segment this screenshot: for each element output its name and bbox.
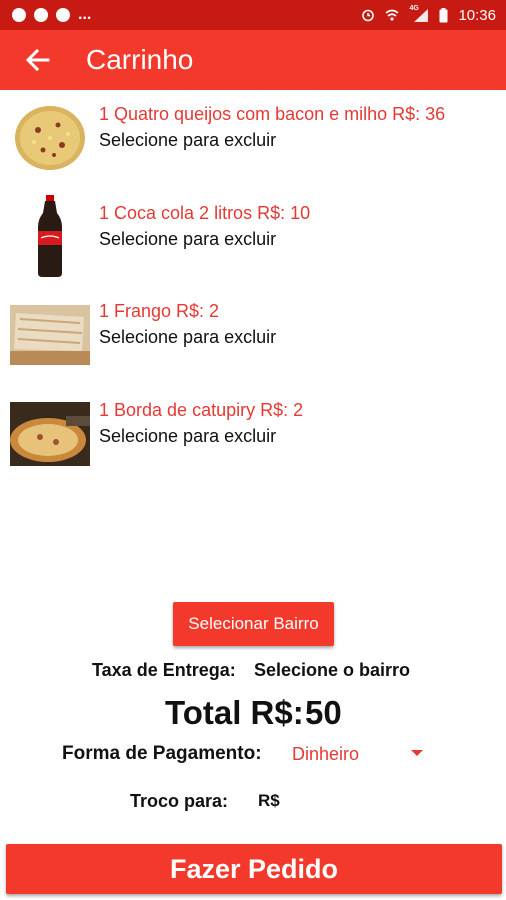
system-icons: 4G 10:36 [361,5,496,24]
change-label: Troco para: [130,791,229,811]
stuffed-crust-image [10,402,90,466]
status-bar: ... 4G 10:36 [0,0,506,30]
app-bar: Carrinho [0,30,506,90]
clock: 10:36 [458,6,496,24]
total-value: 50 [305,694,342,731]
battery-icon [439,7,448,22]
signal-icon [414,9,429,22]
item-delete-hint: Selecione para excluir [99,130,277,150]
whatsapp-icon [34,8,48,22]
facebook-icon [56,8,70,22]
payment-method-dropdown[interactable]: Dinheiro [284,735,428,771]
item-delete-hint: Selecione para excluir [99,327,277,347]
change-amount-input[interactable] [254,786,412,816]
pizza-image [15,106,85,170]
chicken-pizza-image [10,305,90,365]
soda-bottle-image [38,195,62,277]
item-name: 1 Quatro queijos com bacon e milho R$: 3… [99,104,446,124]
wifi-icon [385,9,399,21]
arrow-left-icon[interactable] [24,47,52,73]
item-name: 1 Coca cola 2 litros R$: 10 [99,203,311,223]
cart-item[interactable]: 1 Quatro queijos com bacon e milho R$: 3… [0,92,506,182]
payment-method-value: Dinheiro [292,744,360,764]
item-delete-hint: Selecione para excluir [99,229,277,249]
place-order-button[interactable]: Fazer Pedido [6,844,502,894]
signal-group: 4G [409,5,429,22]
delivery-fee-label: Taxa de Entrega: [92,660,236,680]
total-label: Total R$: [165,694,304,731]
page-title: Carrinho [86,44,194,75]
cart-item[interactable]: 1 Frango R$: 2 Selecione para excluir [0,289,506,379]
dropdown-caret-icon [411,750,423,756]
notification-icons: ... [12,6,91,24]
cart-item[interactable]: 1 Coca cola 2 litros R$: 10 Selecione pa… [0,191,506,281]
cart-item[interactable]: 1 Borda de catupiry R$: 2 Selecione para… [0,388,506,478]
item-delete-hint: Selecione para excluir [99,426,277,446]
item-name: 1 Borda de catupiry R$: 2 [99,400,304,420]
delivery-fee-value: Selecione o bairro [254,660,411,680]
select-neighborhood-button[interactable]: Selecionar Bairro [173,602,334,646]
payment-method-label: Forma de Pagamento: [62,743,262,764]
item-name: 1 Frango R$: 2 [99,301,220,321]
more-notifications: ... [78,6,92,23]
facebook-icon [12,8,26,22]
alarm-icon [362,9,375,22]
